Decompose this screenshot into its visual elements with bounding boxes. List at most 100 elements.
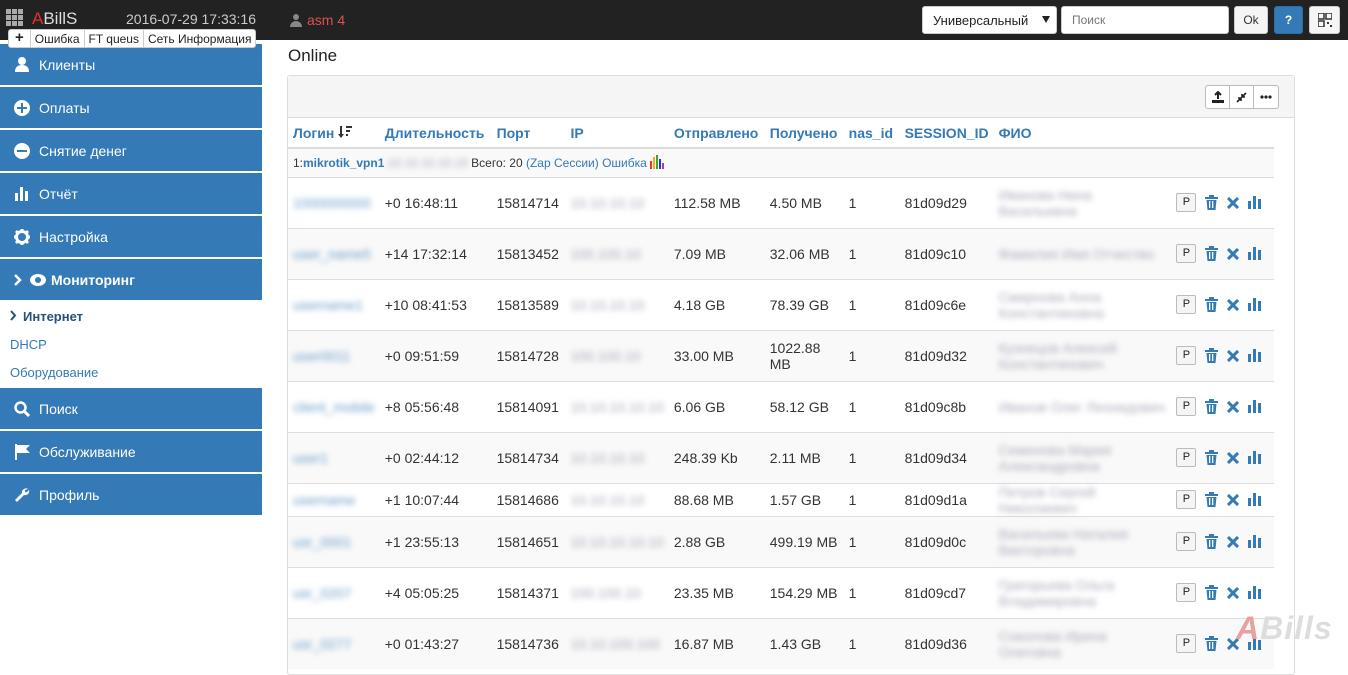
search-ok-button[interactable]: Ok	[1234, 6, 1268, 34]
search-type-select[interactable]: Универсальный	[922, 6, 1057, 34]
bar-chart-icon[interactable]	[1248, 586, 1262, 599]
table-header-row: Логин Длительность Порт IP Отправлено По…	[288, 118, 1274, 149]
zap-sessions-link[interactable]: (Zap Сессии)	[526, 156, 599, 170]
session-id-cell: 81d09d34	[899, 431, 994, 483]
trash-icon[interactable]	[1205, 636, 1219, 652]
close-icon[interactable]	[1227, 586, 1240, 599]
app-logo[interactable]: ABillS	[32, 9, 77, 29]
column-session-id[interactable]: SESSION_ID	[899, 118, 994, 149]
quick-tab-error[interactable]: Ошибка	[31, 30, 85, 47]
column-received[interactable]: Получено	[764, 118, 844, 149]
close-icon[interactable]	[1227, 247, 1240, 260]
row-p-button[interactable]: P	[1176, 634, 1197, 654]
help-button[interactable]: ?	[1274, 6, 1303, 34]
nas-name-link[interactable]: mikrotik_vpn1	[303, 156, 384, 170]
bar-chart-icon[interactable]	[1248, 493, 1262, 506]
row-p-button[interactable]: P	[1176, 583, 1197, 602]
sidebar-subitem-internet[interactable]: Интернет	[0, 302, 262, 330]
search-input[interactable]	[1061, 6, 1229, 34]
sidebar-item-profile[interactable]: Профиль	[0, 474, 262, 515]
table-row: user1 +0 02:44:12 15814734 10.10.10.10 248.3…	[288, 431, 1274, 483]
column-nas-id[interactable]: nas_id	[843, 118, 900, 149]
bar-chart-icon[interactable]	[1248, 451, 1262, 464]
login-cell[interactable]: client_mobile	[288, 380, 380, 432]
duration-cell: +8 05:56:48	[379, 380, 492, 432]
close-icon[interactable]	[1227, 349, 1240, 362]
close-icon[interactable]	[1227, 535, 1240, 548]
bar-chart-icon[interactable]	[1248, 349, 1262, 362]
row-p-button[interactable]: P	[1176, 532, 1197, 551]
session-id-cell: 81d09cd7	[899, 566, 994, 618]
quick-tab-ft-queus[interactable]: FT queus	[85, 30, 144, 47]
qr-code-button[interactable]	[1309, 6, 1340, 34]
trash-icon[interactable]	[1205, 399, 1219, 414]
column-duration[interactable]: Длительность	[379, 118, 492, 149]
row-p-button[interactable]: P	[1176, 193, 1197, 212]
row-p-button[interactable]: P	[1176, 295, 1197, 314]
column-sent[interactable]: Отправлено	[668, 118, 765, 149]
add-quick-tab-button[interactable]: +	[9, 30, 31, 47]
login-cell[interactable]: 1000000000	[288, 176, 380, 228]
user-menu[interactable]: asm 4	[290, 12, 345, 28]
column-ip[interactable]: IP	[565, 118, 669, 149]
quick-tab-network-info[interactable]: Сеть Информация	[144, 30, 256, 47]
login-cell[interactable]: usr_0207	[288, 566, 380, 618]
sidebar-item-payments[interactable]: Оплаты	[0, 87, 262, 128]
row-p-button[interactable]: P	[1176, 244, 1197, 263]
session-id-cell: 81d09d0c	[899, 515, 994, 567]
sidebar-item-maintenance[interactable]: Обслуживание	[0, 431, 262, 472]
close-icon[interactable]	[1227, 298, 1240, 311]
row-p-button[interactable]: P	[1176, 397, 1197, 416]
trash-icon[interactable]	[1205, 585, 1219, 600]
bar-chart-icon[interactable]	[1248, 247, 1262, 260]
panel-toolbar	[1205, 85, 1279, 109]
login-cell[interactable]: usr_0001	[288, 515, 380, 567]
sidebar-item-clients[interactable]: Клиенты	[0, 44, 262, 85]
more-options-button[interactable]	[1254, 86, 1278, 108]
row-p-button[interactable]: P	[1176, 490, 1197, 509]
close-icon[interactable]	[1227, 451, 1240, 464]
bar-chart-icon[interactable]	[1248, 196, 1262, 209]
close-icon[interactable]	[1227, 400, 1240, 413]
login-cell[interactable]: user0011	[288, 329, 380, 381]
trash-icon[interactable]	[1205, 492, 1219, 507]
trash-icon[interactable]	[1205, 534, 1219, 549]
quick-tabs: + Ошибка FT queus Сеть Информация	[8, 29, 257, 48]
login-cell[interactable]: usr_0277	[288, 617, 380, 669]
trash-icon[interactable]	[1205, 246, 1219, 261]
sidebar-item-report[interactable]: Отчёт	[0, 173, 262, 214]
column-port[interactable]: Порт	[491, 118, 566, 149]
close-icon[interactable]	[1227, 493, 1240, 506]
error-link[interactable]: Ошибка	[602, 156, 647, 170]
trash-icon[interactable]	[1205, 297, 1219, 312]
bar-chart-icon[interactable]	[1248, 298, 1262, 311]
login-cell[interactable]: username1	[288, 278, 380, 330]
row-p-button[interactable]: P	[1176, 448, 1197, 467]
bar-chart-icon[interactable]	[1248, 400, 1262, 413]
login-cell[interactable]: username	[288, 482, 380, 516]
sidebar-item-monitoring[interactable]: Мониторинг	[0, 259, 262, 300]
sidebar-item-withdrawal[interactable]: Снятие денег	[0, 130, 262, 171]
color-chart-icon[interactable]	[650, 155, 666, 170]
sidebar-subitem-equipment[interactable]: Оборудование	[0, 358, 262, 386]
column-login[interactable]: Логин	[288, 118, 380, 149]
sidebar-item-settings[interactable]: Настройка	[0, 216, 262, 257]
export-button[interactable]	[1206, 86, 1230, 108]
compress-button[interactable]	[1230, 86, 1254, 108]
sidebar-subitem-dhcp[interactable]: DHCP	[0, 330, 262, 358]
sent-cell: 88.68 MB	[668, 482, 765, 516]
close-icon[interactable]	[1227, 196, 1240, 209]
sidebar-item-search[interactable]: Поиск	[0, 388, 262, 429]
trash-icon[interactable]	[1205, 195, 1219, 210]
bar-chart-icon[interactable]	[1248, 535, 1262, 548]
trash-icon[interactable]	[1205, 450, 1219, 465]
trash-icon[interactable]	[1205, 348, 1219, 363]
column-fio[interactable]: ФИО	[993, 118, 1172, 149]
login-cell[interactable]: user_name5	[288, 227, 380, 279]
port-cell: 15814091	[491, 380, 566, 432]
session-id-cell: 81d09d32	[899, 329, 994, 381]
login-cell[interactable]: user1	[288, 431, 380, 483]
row-p-button[interactable]: P	[1176, 346, 1197, 365]
table-row: user_name5 +14 17:32:14 15813452 100.100.10…	[288, 227, 1274, 279]
apps-grid-icon[interactable]	[6, 9, 24, 26]
